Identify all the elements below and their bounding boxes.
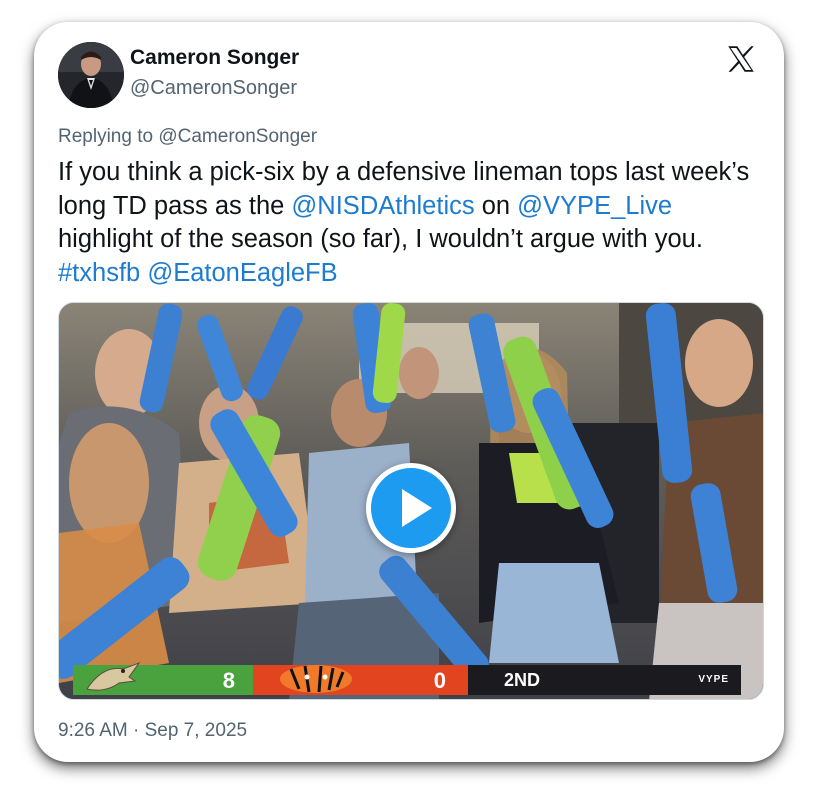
avatar-image bbox=[58, 42, 124, 108]
tweet-text-part: highlight of the season (so far), I woul… bbox=[58, 225, 703, 253]
tweet-card: Cameron Songer @CameronSonger Replying t… bbox=[34, 22, 784, 762]
mention-nisdathletics[interactable]: @NISDAthletics bbox=[291, 192, 474, 220]
game-info-panel: 2ND VYPE bbox=[468, 665, 741, 695]
scoreboard: 8 0 2ND VYPE bbox=[73, 661, 741, 695]
reply-handle-link[interactable]: @CameronSonger bbox=[158, 126, 317, 147]
tweet-text: If you think a pick-six by a defensive l… bbox=[58, 156, 758, 290]
tweet-timestamp[interactable]: 9:26 AM · Sep 7, 2025 bbox=[58, 720, 247, 742]
away-score: 0 bbox=[433, 668, 446, 693]
vype-brand: VYPE bbox=[698, 674, 729, 685]
avatar[interactable] bbox=[58, 42, 124, 108]
tiger-logo-icon bbox=[280, 665, 352, 693]
mention-vype-live[interactable]: @VYPE_Live bbox=[517, 192, 672, 220]
play-icon bbox=[402, 489, 432, 527]
replying-to: Replying to @CameronSonger bbox=[58, 126, 317, 148]
hashtag-txhsfb[interactable]: #txhsfb bbox=[58, 259, 140, 287]
mention-eatoneaglefb[interactable]: @EatonEagleFB bbox=[147, 259, 337, 287]
display-name[interactable]: Cameron Songer bbox=[130, 46, 299, 70]
away-team-panel: 0 bbox=[253, 665, 468, 695]
home-score: 8 bbox=[222, 668, 235, 693]
tweet-text-part: on bbox=[474, 191, 518, 220]
reply-prefix: Replying to bbox=[58, 126, 154, 147]
home-team-panel: 8 bbox=[73, 661, 253, 695]
user-handle[interactable]: @CameronSonger bbox=[130, 77, 297, 100]
x-logo-icon[interactable] bbox=[724, 42, 758, 76]
video-player[interactable]: 8 0 2ND VYPE bbox=[58, 302, 764, 700]
eagle-logo-icon bbox=[86, 661, 141, 691]
play-button[interactable] bbox=[366, 463, 456, 553]
game-period: 2ND bbox=[504, 670, 541, 690]
